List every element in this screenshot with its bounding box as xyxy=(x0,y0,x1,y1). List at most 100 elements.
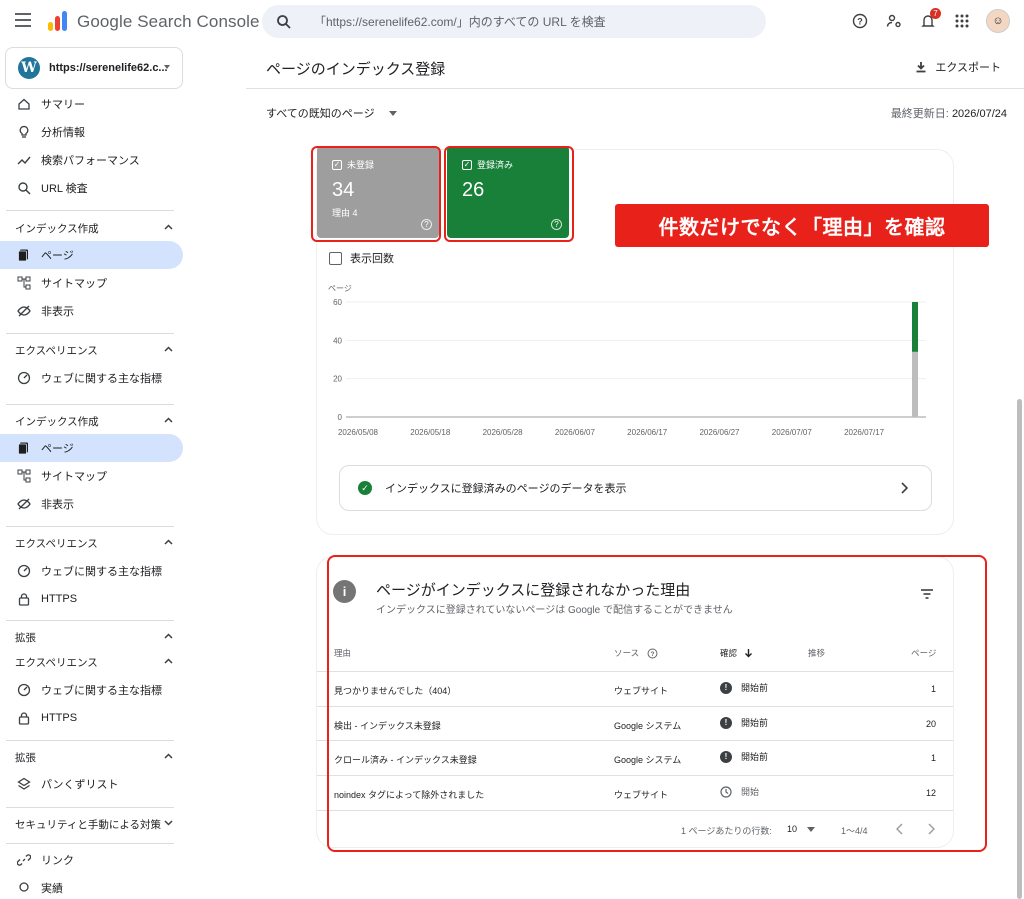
sidebar-item[interactable]: サイトマップ xyxy=(0,462,183,490)
chevron-up-icon xyxy=(164,346,173,352)
y-tick-label: 40 xyxy=(333,336,342,345)
impressions-label: 表示回数 xyxy=(350,253,394,265)
highlight-box-reasons-table xyxy=(327,555,987,852)
sidebar-item[interactable]: リンク xyxy=(0,846,183,874)
sidebar-item-label: ウェブに関する主な指標 xyxy=(41,685,162,697)
y-tick-label: 20 xyxy=(333,375,342,384)
export-button[interactable]: エクスポート xyxy=(915,59,1001,75)
sidebar-item[interactable]: ページ xyxy=(0,434,183,462)
index-chart: ページ 0 20 40 60 2026/05/08 2026/05/18 2026/05/28… xyxy=(328,284,926,437)
search-icon xyxy=(18,182,31,195)
x-tick-label: 2026/07/07 xyxy=(772,428,813,437)
nav-divider xyxy=(6,333,174,334)
pages-icon xyxy=(18,249,28,262)
chevron-up-icon xyxy=(164,633,173,639)
nav-section-header[interactable]: エクスペリエンス xyxy=(0,650,183,674)
nav-divider xyxy=(6,210,174,211)
sidebar-item-label: HTTPS xyxy=(41,593,78,605)
nav-section-header[interactable]: 拡張 xyxy=(0,745,183,769)
svg-text:?: ? xyxy=(857,17,863,27)
menu-icon[interactable] xyxy=(15,13,31,27)
nav-section-header[interactable]: 拡張 xyxy=(0,625,183,649)
nav-divider xyxy=(6,526,174,527)
nav-section-header[interactable]: インデックス作成 xyxy=(0,216,183,240)
nav-divider xyxy=(6,404,174,405)
last-updated-label: 最終更新日: xyxy=(890,108,949,120)
nav-section-header[interactable]: インデックス作成 xyxy=(0,409,183,433)
sidebar-item[interactable]: 検索パフォーマンス xyxy=(0,146,183,174)
nav-section-label: インデックス作成 xyxy=(15,415,99,428)
download-icon xyxy=(916,62,926,73)
sidebar-item[interactable]: 分析情報 xyxy=(0,118,183,146)
sitemap-icon xyxy=(17,276,31,290)
chevron-up-icon xyxy=(164,224,173,230)
home-icon xyxy=(18,98,30,110)
wordpress-icon: W xyxy=(18,57,40,79)
sidebar-item[interactable]: 非表示 xyxy=(0,297,183,325)
sidebar-item-label: 実績 xyxy=(41,883,63,894)
lock-icon xyxy=(18,712,30,725)
nav-section-header[interactable]: セキュリティと手動による対策 xyxy=(0,812,183,836)
apps-icon[interactable] xyxy=(952,11,972,31)
sidebar-item[interactable]: ページ xyxy=(0,241,183,269)
url-inspect-search[interactable]: 「https://serenelife62.com/」内のすべての URL を検… xyxy=(262,5,766,38)
nav-section-label: インデックス作成 xyxy=(15,222,99,235)
sidebar-item[interactable]: HTTPS xyxy=(0,585,183,613)
sidebar-item-label: パンくずリスト xyxy=(41,779,119,791)
view-indexed-label: インデックスに登録済みのページのデータを表示 xyxy=(385,483,627,495)
nav-divider xyxy=(6,807,174,808)
sidebar-item[interactable]: HTTPS xyxy=(0,704,183,732)
help-icon[interactable]: ? xyxy=(850,11,870,31)
sidebar-item-label: 非表示 xyxy=(41,306,74,318)
y-tick-label: 60 xyxy=(333,298,342,307)
x-tick-label: 2026/06/07 xyxy=(555,428,596,437)
avatar[interactable]: ☺ xyxy=(986,9,1010,33)
user-settings-icon[interactable] xyxy=(884,11,904,31)
highlight-box-not-indexed xyxy=(311,146,441,242)
sidebar: W https://serenelife62.c... サマリー分析情報検索パフ… xyxy=(0,44,196,894)
bar-indexed xyxy=(912,302,918,352)
sidebar-item[interactable]: ウェブに関する主な指標 xyxy=(0,364,183,392)
sidebar-item[interactable]: サマリー xyxy=(0,90,183,118)
nav-divider xyxy=(6,620,174,621)
sidebar-item-label: ウェブに関する主な指標 xyxy=(41,373,162,385)
sidebar-item[interactable]: ウェブに関する主な指標 xyxy=(0,676,183,704)
notifications-icon[interactable]: 7 xyxy=(918,8,941,31)
checkbox-icon[interactable] xyxy=(329,251,342,265)
page-filter-dropdown[interactable]: すべての既知のページ xyxy=(266,105,397,121)
sidebar-item-label: ページ xyxy=(41,443,74,455)
check-circle-icon: ✓ xyxy=(358,481,372,495)
chevron-up-icon xyxy=(164,417,173,423)
sidebar-item[interactable]: サイトマップ xyxy=(0,269,183,297)
sidebar-item-label: サマリー xyxy=(41,99,85,111)
page-title: ページのインデックス登録 xyxy=(266,61,446,78)
export-label: エクスポート xyxy=(935,62,1001,74)
sidebar-item[interactable]: ウェブに関する主な指標 xyxy=(0,557,183,585)
chevron-down-icon xyxy=(164,65,170,69)
nav-section-label: セキュリティと手動による対策 xyxy=(15,818,162,831)
nav-section-header[interactable]: エクスペリエンス xyxy=(0,531,183,555)
search-placeholder: 「https://serenelife62.com/」内のすべての URL を検… xyxy=(314,15,606,29)
chevron-right-icon xyxy=(901,482,909,494)
sidebar-item[interactable]: パンくずリスト xyxy=(0,770,183,798)
impressions-toggle[interactable]: 表示回数 xyxy=(329,250,394,266)
chevron-up-icon xyxy=(164,539,173,545)
search-console-logo xyxy=(48,11,67,31)
sidebar-item[interactable]: URL 検査 xyxy=(0,174,183,202)
x-tick-label: 2026/05/18 xyxy=(410,428,451,437)
nav-section-label: エクスペリエンス xyxy=(15,344,98,357)
lightbulb-icon xyxy=(19,125,29,138)
top-bar: Google Search Console 「https://serenelif… xyxy=(0,0,1024,44)
scrollbar[interactable] xyxy=(1017,399,1022,899)
sidebar-item-label: リンク xyxy=(41,855,74,867)
trend-icon xyxy=(17,156,31,165)
nav-section-header[interactable]: エクスペリエンス xyxy=(0,338,183,362)
sidebar-item-label: サイトマップ xyxy=(41,471,107,483)
sidebar-item[interactable]: 非表示 xyxy=(0,490,183,518)
property-selector[interactable]: W https://serenelife62.c... xyxy=(5,47,183,89)
nav-section-label: 拡張 xyxy=(15,751,36,764)
sidebar-item-label: 検索パフォーマンス xyxy=(41,155,140,167)
nav-divider xyxy=(6,740,174,741)
sidebar-item[interactable]: 実績 xyxy=(0,874,183,894)
view-indexed-link[interactable]: ✓ インデックスに登録済みのページのデータを表示 xyxy=(339,465,932,511)
